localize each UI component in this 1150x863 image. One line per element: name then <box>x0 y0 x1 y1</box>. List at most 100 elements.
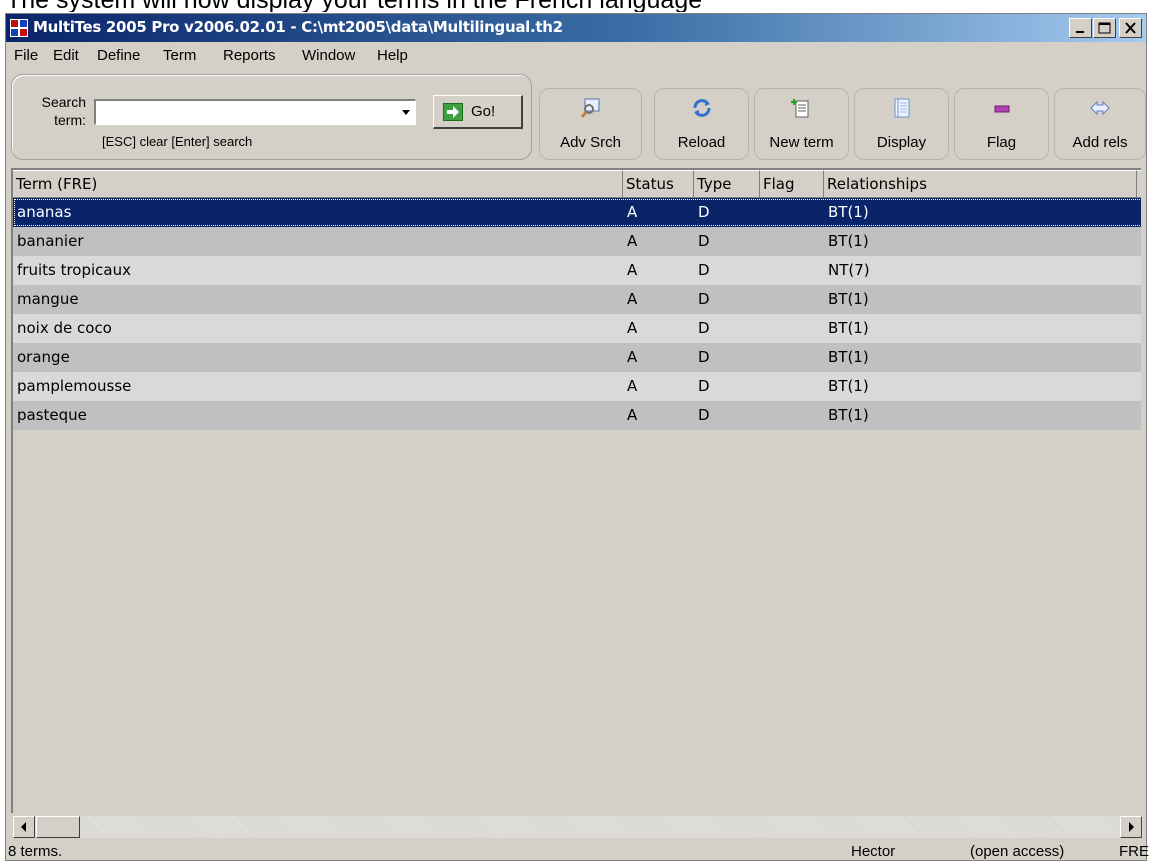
column-header-type[interactable]: Type <box>694 170 760 198</box>
column-header-term[interactable]: Term (FRE) <box>13 170 623 198</box>
search-label-line2: term: <box>54 112 86 128</box>
close-button[interactable] <box>1119 18 1142 38</box>
table-row[interactable]: orange A D BT(1) - <box>13 343 1141 372</box>
reload-button[interactable]: Reload <box>654 88 749 160</box>
menu-term[interactable]: Term <box>163 47 196 64</box>
horizontal-scrollbar[interactable] <box>13 815 1143 838</box>
cell-term: ananas <box>17 203 72 221</box>
status-bar: 8 terms. Hector (open access) FRE <box>6 841 1149 861</box>
flag-icon <box>994 105 1009 113</box>
cell-relationships: BT(1) <box>828 319 869 337</box>
display-icon <box>894 98 909 118</box>
cell-flag <box>760 314 824 343</box>
double-arrow-icon <box>1090 100 1110 116</box>
cell-term: fruits tropicaux <box>17 261 131 279</box>
app-logo-icon <box>10 19 28 37</box>
cell-type: D <box>698 377 710 395</box>
column-header-status[interactable]: Status <box>623 170 694 198</box>
cell-status: A <box>627 406 638 424</box>
reload-label: Reload <box>677 134 726 151</box>
scroll-thumb[interactable] <box>36 816 80 838</box>
cell-flag <box>760 256 824 285</box>
title-bar: MultiTes 2005 Pro v2006.02.01 - C:\mt200… <box>6 14 1146 42</box>
scroll-right-button[interactable] <box>1120 816 1142 838</box>
cell-status: A <box>627 290 638 308</box>
cell-flag <box>760 285 824 314</box>
table-row[interactable]: fruits tropicaux A D NT(7) - <box>13 256 1141 285</box>
chevron-down-icon[interactable] <box>398 103 414 121</box>
close-icon <box>1125 22 1136 34</box>
app-window: MultiTes 2005 Pro v2006.02.01 - C:\mt200… <box>5 13 1149 861</box>
cell-flag <box>760 227 824 256</box>
search-input[interactable] <box>94 99 416 125</box>
cell-relationships: BT(1) <box>828 290 869 308</box>
cell-m: - <box>1137 372 1141 401</box>
cell-m: - <box>1137 343 1141 372</box>
window-title: MultiTes 2005 Pro v2006.02.01 - C:\mt200… <box>33 18 563 36</box>
arrow-right-icon <box>1129 822 1134 832</box>
menu-file[interactable]: File <box>14 47 38 64</box>
menu-bar: File Edit Define Term Reports Window Hel… <box>6 42 1146 70</box>
status-language: FRE <box>1119 843 1149 860</box>
cell-relationships: BT(1) <box>828 348 869 366</box>
table-row[interactable]: pasteque A D BT(1) - <box>13 401 1141 430</box>
table-row[interactable]: bananier A D BT(1) - <box>13 227 1141 256</box>
cell-m: - <box>1137 256 1141 285</box>
cell-relationships: BT(1) <box>828 232 869 250</box>
search-panel: Search term: Go! [ESC] clear [Enter] sea… <box>11 74 532 160</box>
table-row[interactable]: ananas A D BT(1) - <box>13 198 1141 227</box>
new-document-icon <box>790 99 808 118</box>
cell-type: D <box>698 348 710 366</box>
flag-label: Flag <box>986 134 1017 151</box>
magnifier-icon <box>580 98 599 118</box>
cell-status: A <box>627 261 638 279</box>
cell-relationships: BT(1) <box>828 203 869 221</box>
column-header-m[interactable]: M <box>1137 170 1141 198</box>
cell-status: A <box>627 232 638 250</box>
cell-term: orange <box>17 348 70 366</box>
cell-m: - <box>1137 314 1141 343</box>
cell-type: D <box>698 406 710 424</box>
cell-status: A <box>627 377 638 395</box>
flag-button[interactable]: Flag <box>954 88 1049 160</box>
adv-search-button[interactable]: Adv Srch <box>539 88 642 160</box>
term-grid: Term (FRE) Status Type Flag Relationship… <box>11 168 1141 813</box>
cell-m: - <box>1137 285 1141 314</box>
menu-help[interactable]: Help <box>377 47 408 64</box>
arrow-left-icon <box>21 822 26 832</box>
menu-edit[interactable]: Edit <box>53 47 79 64</box>
add-rels-label: Add rels <box>1072 134 1128 151</box>
grid-header: Term (FRE) Status Type Flag Relationship… <box>13 170 1141 198</box>
add-rels-button[interactable]: Add rels <box>1054 88 1146 160</box>
search-label: Search term: <box>28 93 86 129</box>
cell-type: D <box>698 232 710 250</box>
menu-reports[interactable]: Reports <box>223 47 276 64</box>
minimize-icon <box>1076 31 1084 33</box>
menu-define[interactable]: Define <box>97 47 140 64</box>
table-row[interactable]: pamplemousse A D BT(1) - <box>13 372 1141 401</box>
display-label: Display <box>876 134 927 151</box>
column-header-relationships[interactable]: Relationships <box>824 170 1137 198</box>
cell-relationships: NT(7) <box>828 261 870 279</box>
table-row[interactable]: mangue A D BT(1) - <box>13 285 1141 314</box>
go-button[interactable]: Go! <box>433 95 523 129</box>
display-button[interactable]: Display <box>854 88 949 160</box>
cell-relationships: BT(1) <box>828 406 869 424</box>
table-row[interactable]: noix de coco A D BT(1) - <box>13 314 1141 343</box>
maximize-button[interactable] <box>1093 18 1116 38</box>
cell-flag <box>760 343 824 372</box>
status-access: (open access) <box>970 843 1065 860</box>
column-header-flag[interactable]: Flag <box>760 170 824 198</box>
cell-relationships: BT(1) <box>828 377 869 395</box>
new-term-button[interactable]: New term <box>754 88 849 160</box>
cell-type: D <box>698 203 710 221</box>
cell-flag <box>760 372 824 401</box>
cell-term: pasteque <box>17 406 87 424</box>
cell-m: - <box>1137 227 1141 256</box>
cell-term: noix de coco <box>17 319 112 337</box>
scroll-left-button[interactable] <box>13 816 35 838</box>
cell-type: D <box>698 319 710 337</box>
minimize-button[interactable] <box>1069 18 1092 38</box>
go-label: Go! <box>471 103 496 120</box>
menu-window[interactable]: Window <box>302 47 355 64</box>
